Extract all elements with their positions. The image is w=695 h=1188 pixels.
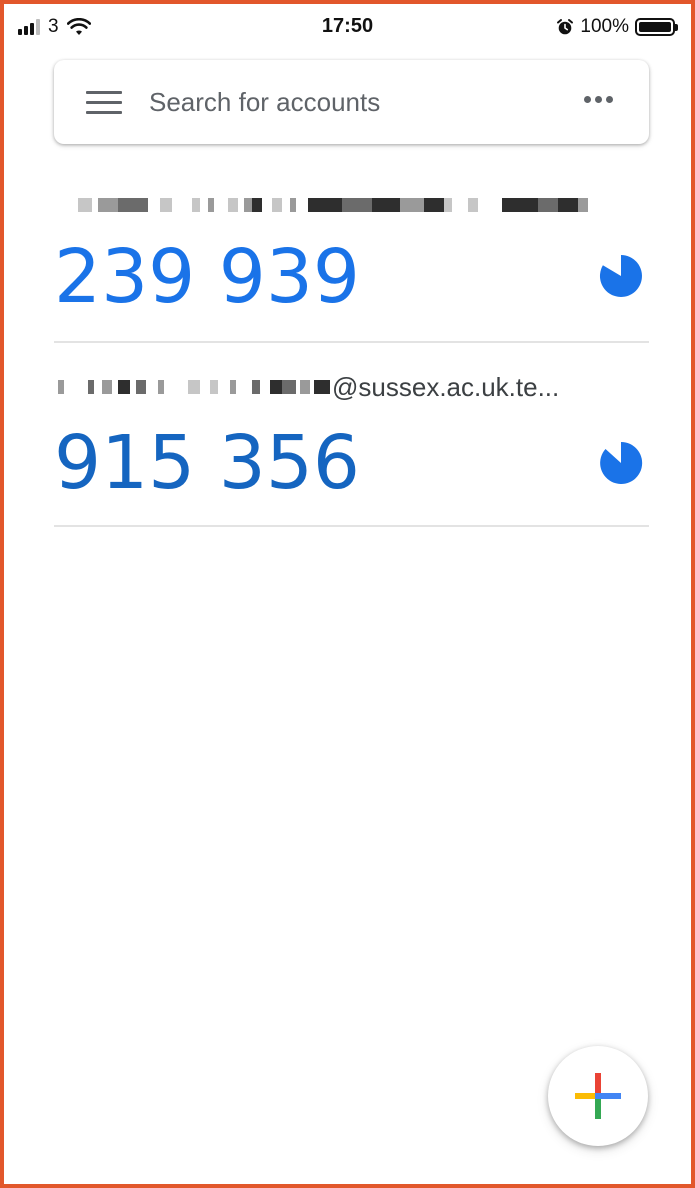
divider — [54, 525, 649, 527]
menu-icon[interactable] — [86, 91, 122, 115]
battery-percentage: 100% — [580, 16, 629, 37]
divider — [54, 341, 649, 343]
timer-remaining — [599, 255, 642, 297]
otp-code[interactable]: 915 356 — [54, 420, 360, 506]
search-bar[interactable]: Search for accounts — [54, 60, 649, 144]
more-vert-icon[interactable] — [584, 96, 613, 103]
timer-remaining — [600, 441, 643, 484]
account-label: @sussex.ac.uk.te... — [54, 372, 559, 402]
search-input[interactable]: Search for accounts — [149, 87, 380, 118]
account-label-domain: @sussex.ac.uk.te... — [332, 371, 560, 402]
app-frame: 3 17:50 100% Search for accounts 239 939… — [0, 0, 695, 1188]
add-account-button[interactable] — [548, 1046, 648, 1146]
timer-pie-icon — [599, 255, 642, 297]
status-bar: 3 17:50 100% — [4, 12, 691, 42]
status-right: 100% — [556, 16, 678, 38]
timer-pie-icon — [600, 441, 643, 484]
alarm-clock-icon — [557, 19, 574, 35]
account-item[interactable]: @sussex.ac.uk.te... 915 356 — [54, 360, 649, 526]
battery-icon — [635, 18, 678, 36]
account-item[interactable]: 239 939 — [54, 174, 649, 342]
otp-code[interactable]: 239 939 — [54, 234, 360, 320]
account-label-redacted — [54, 190, 588, 220]
add-icon — [575, 1073, 621, 1119]
